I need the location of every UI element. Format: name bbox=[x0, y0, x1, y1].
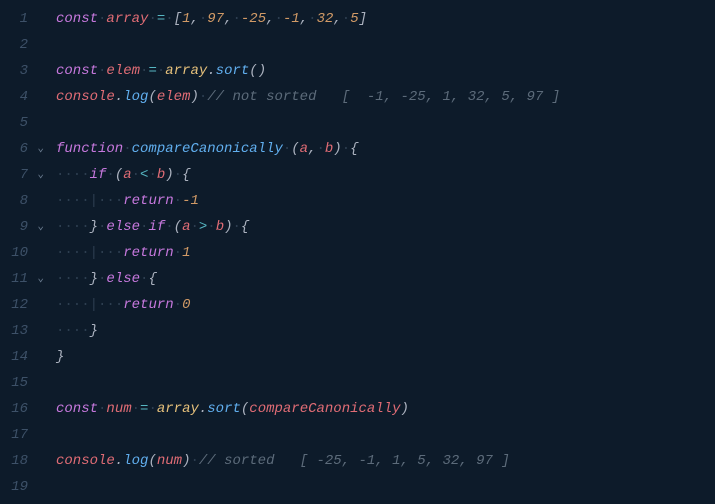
code-line[interactable]: const·elem·=·array.sort() bbox=[56, 58, 715, 84]
comment: // not sorted [ -1, -25, 1, 32, 5, 97 ] bbox=[207, 89, 560, 105]
line-number[interactable]: 5 bbox=[0, 110, 48, 136]
fold-icon[interactable]: ⌄ bbox=[32, 266, 44, 292]
code-area[interactable]: const·array·=·[1,·97,·-25,·-1,·32,·5] co… bbox=[48, 0, 715, 504]
code-line[interactable]: ····if·(a·<·b)·{ bbox=[56, 162, 715, 188]
code-line[interactable]: } bbox=[56, 344, 715, 370]
line-number[interactable]: 13 bbox=[0, 318, 48, 344]
code-line[interactable] bbox=[56, 110, 715, 136]
line-number[interactable]: 17 bbox=[0, 422, 48, 448]
code-line[interactable]: ····|···return·-1 bbox=[56, 188, 715, 214]
code-line[interactable]: ····}·else·{ bbox=[56, 266, 715, 292]
code-editor: 1 2 3 4 5 6⌄ 7⌄ 8 9⌄ 10 11⌄ 12 13 14 15 … bbox=[0, 0, 715, 504]
comment: // sorted [ -25, -1, 1, 5, 32, 97 ] bbox=[199, 453, 510, 469]
code-line[interactable]: function·compareCanonically·(a,·b)·{ bbox=[56, 136, 715, 162]
line-number[interactable]: 16 bbox=[0, 396, 48, 422]
line-number[interactable]: 9⌄ bbox=[0, 214, 48, 240]
line-number[interactable]: 8 bbox=[0, 188, 48, 214]
line-number[interactable]: 12 bbox=[0, 292, 48, 318]
code-line[interactable]: const·num·=·array.sort(compareCanonicall… bbox=[56, 396, 715, 422]
code-line[interactable] bbox=[56, 474, 715, 500]
code-line[interactable]: ····}·else·if·(a·>·b)·{ bbox=[56, 214, 715, 240]
code-line[interactable]: ····|···return·0 bbox=[56, 292, 715, 318]
fold-icon[interactable]: ⌄ bbox=[32, 214, 44, 240]
line-number[interactable]: 10 bbox=[0, 240, 48, 266]
code-line[interactable]: console.log(elem)·// not sorted [ -1, -2… bbox=[56, 84, 715, 110]
line-number[interactable]: 15 bbox=[0, 370, 48, 396]
code-line[interactable]: ····} bbox=[56, 318, 715, 344]
line-gutter: 1 2 3 4 5 6⌄ 7⌄ 8 9⌄ 10 11⌄ 12 13 14 15 … bbox=[0, 0, 48, 504]
fold-icon[interactable]: ⌄ bbox=[32, 162, 44, 188]
line-number[interactable]: 2 bbox=[0, 32, 48, 58]
line-number[interactable]: 6⌄ bbox=[0, 136, 48, 162]
line-number[interactable]: 7⌄ bbox=[0, 162, 48, 188]
code-line[interactable] bbox=[56, 32, 715, 58]
line-number[interactable]: 1 bbox=[0, 6, 48, 32]
code-line[interactable]: console.log(num)·// sorted [ -25, -1, 1,… bbox=[56, 448, 715, 474]
fold-icon[interactable]: ⌄ bbox=[32, 136, 44, 162]
line-number[interactable]: 18 bbox=[0, 448, 48, 474]
line-number[interactable]: 14 bbox=[0, 344, 48, 370]
line-number[interactable]: 3 bbox=[0, 58, 48, 84]
line-number[interactable]: 4 bbox=[0, 84, 48, 110]
code-line[interactable]: ····|···return·1 bbox=[56, 240, 715, 266]
code-line[interactable]: const·array·=·[1,·97,·-25,·-1,·32,·5] bbox=[56, 6, 715, 32]
line-number[interactable]: 19 bbox=[0, 474, 48, 500]
line-number[interactable]: 11⌄ bbox=[0, 266, 48, 292]
code-line[interactable] bbox=[56, 370, 715, 396]
code-line[interactable] bbox=[56, 422, 715, 448]
